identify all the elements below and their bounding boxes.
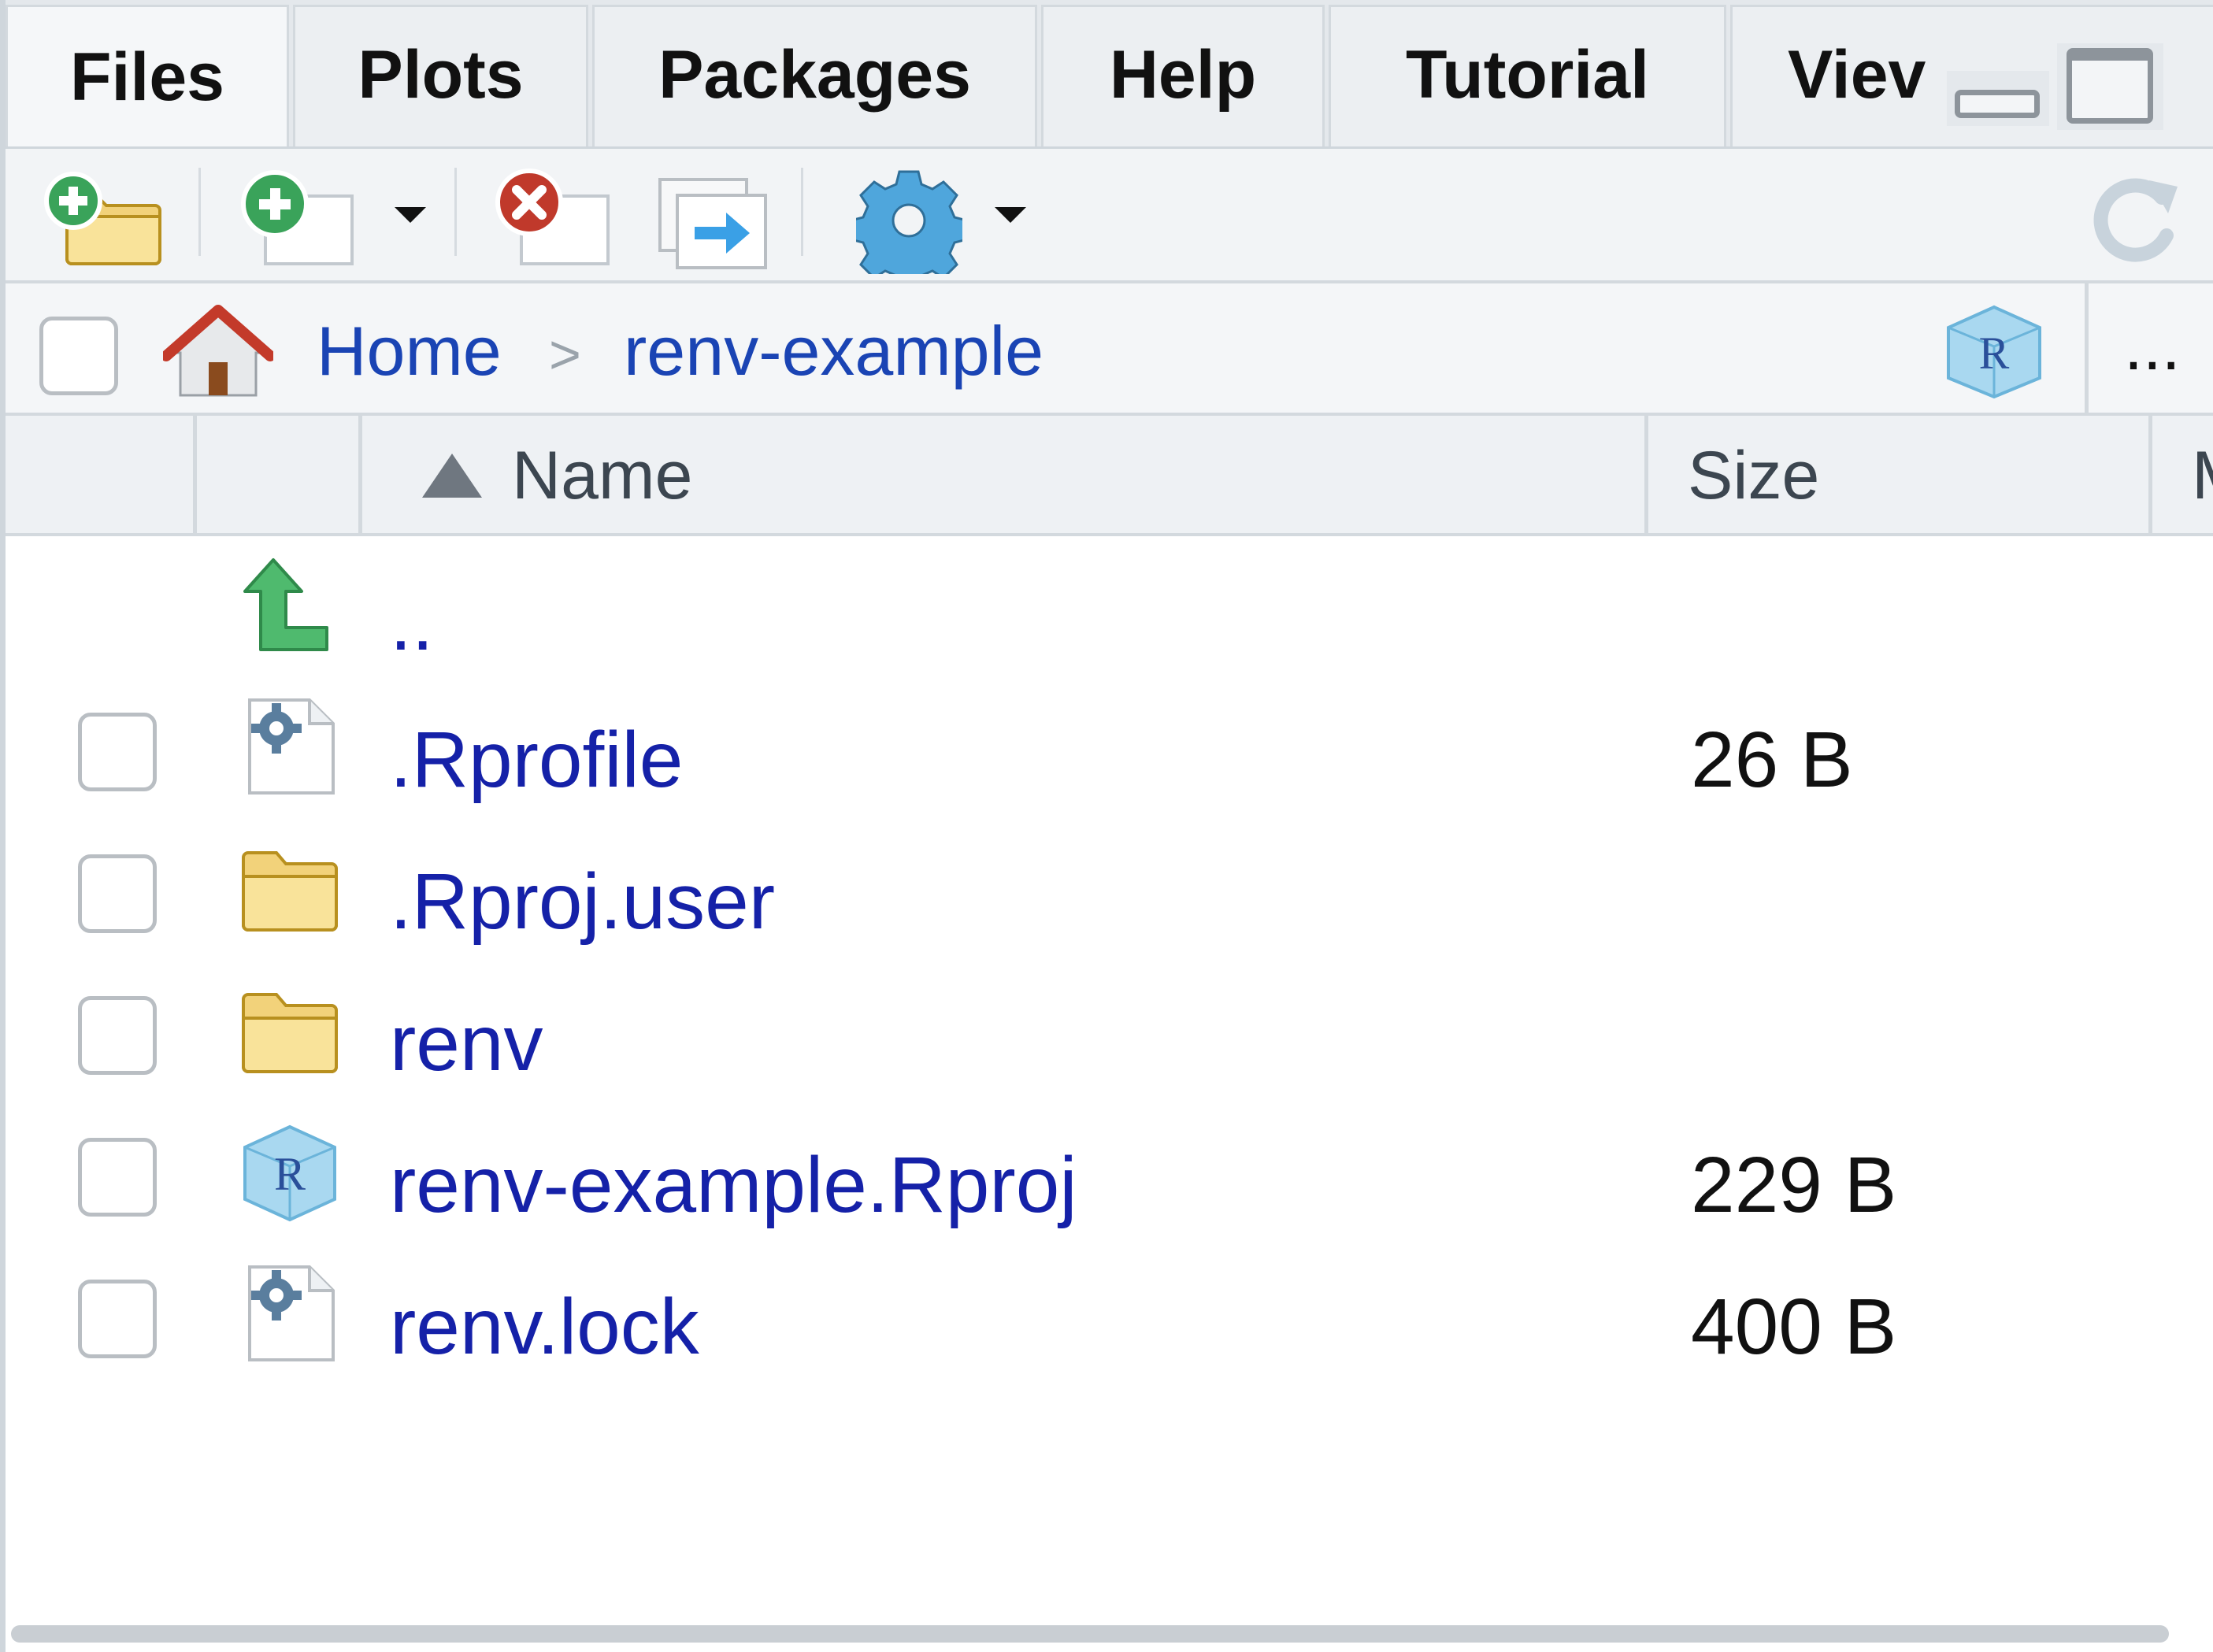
file-checkbox[interactable]	[78, 1280, 157, 1358]
folder-icon	[242, 993, 338, 1073]
file-name-link[interactable]: .Rprofile	[390, 713, 683, 807]
files-toolbar	[6, 149, 2213, 290]
file-size: 400 B	[1691, 1283, 1897, 1371]
rename-file-icon	[658, 178, 767, 269]
maximize-pane-button[interactable]	[2057, 43, 2163, 130]
breadcrumb-overflow-button[interactable]: ...	[2124, 307, 2181, 386]
file-name-link[interactable]: renv-example.Rproj	[390, 1138, 1077, 1232]
header-modified-column[interactable]: M	[2152, 416, 2213, 533]
folder-icon	[242, 851, 338, 932]
header-icon-column	[197, 416, 362, 533]
maximize-icon	[2067, 48, 2153, 124]
refresh-button[interactable]	[2085, 166, 2187, 269]
refresh-icon	[2093, 178, 2178, 262]
header-name-column[interactable]: Name	[362, 416, 1648, 533]
pane-tab-bar: Files Plots Packages Help Tutorial Viev	[6, 0, 2213, 149]
breadcrumb-current-link[interactable]: renv-example	[624, 312, 1043, 391]
delete-button[interactable]	[490, 165, 624, 267]
header-checkbox-column	[6, 416, 197, 533]
tab-tutorial[interactable]: Tutorial	[1329, 5, 1726, 146]
file-name-link[interactable]: renv	[390, 996, 543, 1091]
tab-files[interactable]: Files	[6, 5, 289, 146]
file-row[interactable]: R renv-example.Rproj 229 B	[6, 1106, 2213, 1248]
breadcrumb-separator: >	[549, 324, 581, 385]
file-checkbox[interactable]	[78, 996, 157, 1075]
more-button[interactable]	[849, 168, 969, 290]
file-name-link[interactable]: .Rproj.user	[390, 854, 775, 949]
new-blank-file-button[interactable]	[234, 165, 368, 267]
file-row-parent[interactable]: ..	[6, 539, 2213, 681]
breadcrumb-home-link[interactable]: Home	[317, 312, 502, 391]
gear-icon	[849, 170, 969, 290]
file-row[interactable]: renv	[6, 965, 2213, 1106]
header-name-label: Name	[512, 438, 693, 513]
toolbar-separator	[454, 168, 457, 256]
rproj-icon: R	[1947, 305, 2041, 399]
rename-button[interactable]	[655, 176, 773, 271]
file-name-link[interactable]: renv.lock	[390, 1280, 699, 1374]
tab-plots[interactable]: Plots	[293, 5, 588, 146]
file-row[interactable]: .Rprofile 26 B	[6, 681, 2213, 823]
rproj-icon: R	[243, 1124, 336, 1222]
delete-file-icon	[495, 169, 610, 265]
horizontal-scrollbar[interactable]	[11, 1625, 2169, 1643]
file-checkbox[interactable]	[78, 854, 157, 933]
toolbar-separator	[198, 168, 201, 256]
tab-help[interactable]: Help	[1041, 5, 1325, 146]
file-size: 26 B	[1691, 716, 1853, 804]
minimize-icon	[1955, 90, 2040, 118]
toolbar-separator	[801, 168, 803, 256]
breadcrumb: Home > renv-example R ...	[6, 283, 2213, 416]
new-blank-file-dropdown[interactable]	[391, 199, 431, 231]
new-folder-icon	[44, 172, 161, 265]
config-file-icon	[248, 1265, 335, 1361]
file-name-link[interactable]: ..	[390, 576, 434, 670]
header-modified-label: M	[2192, 436, 2213, 515]
parent-directory-icon	[243, 558, 328, 651]
config-file-icon	[248, 698, 335, 795]
home-icon	[161, 305, 276, 397]
file-row[interactable]: renv.lock 400 B	[6, 1248, 2213, 1390]
tab-packages[interactable]: Packages	[592, 5, 1037, 146]
file-size: 229 B	[1691, 1141, 1897, 1229]
header-size-column[interactable]: Size	[1648, 416, 2152, 533]
minimize-pane-button[interactable]	[1947, 71, 2049, 126]
home-button[interactable]	[161, 301, 276, 403]
chevron-down-icon	[995, 207, 1026, 223]
chevron-down-icon	[395, 207, 426, 223]
sort-ascending-icon	[422, 454, 482, 498]
more-dropdown[interactable]	[992, 199, 1031, 231]
file-row[interactable]: .Rproj.user	[6, 823, 2213, 965]
header-size-label: Size	[1688, 438, 1820, 513]
file-list-header: Name Size M	[6, 416, 2213, 536]
file-checkbox[interactable]	[78, 713, 157, 791]
svg-text:R: R	[1979, 328, 2010, 379]
svg-text:R: R	[274, 1148, 306, 1200]
new-folder-button[interactable]	[43, 171, 177, 265]
select-all-checkbox[interactable]	[39, 317, 118, 395]
new-blank-file-icon	[241, 170, 354, 265]
go-to-project-button[interactable]: R	[1939, 299, 2049, 402]
breadcrumb-divider	[2085, 283, 2089, 413]
file-checkbox[interactable]	[78, 1138, 157, 1217]
